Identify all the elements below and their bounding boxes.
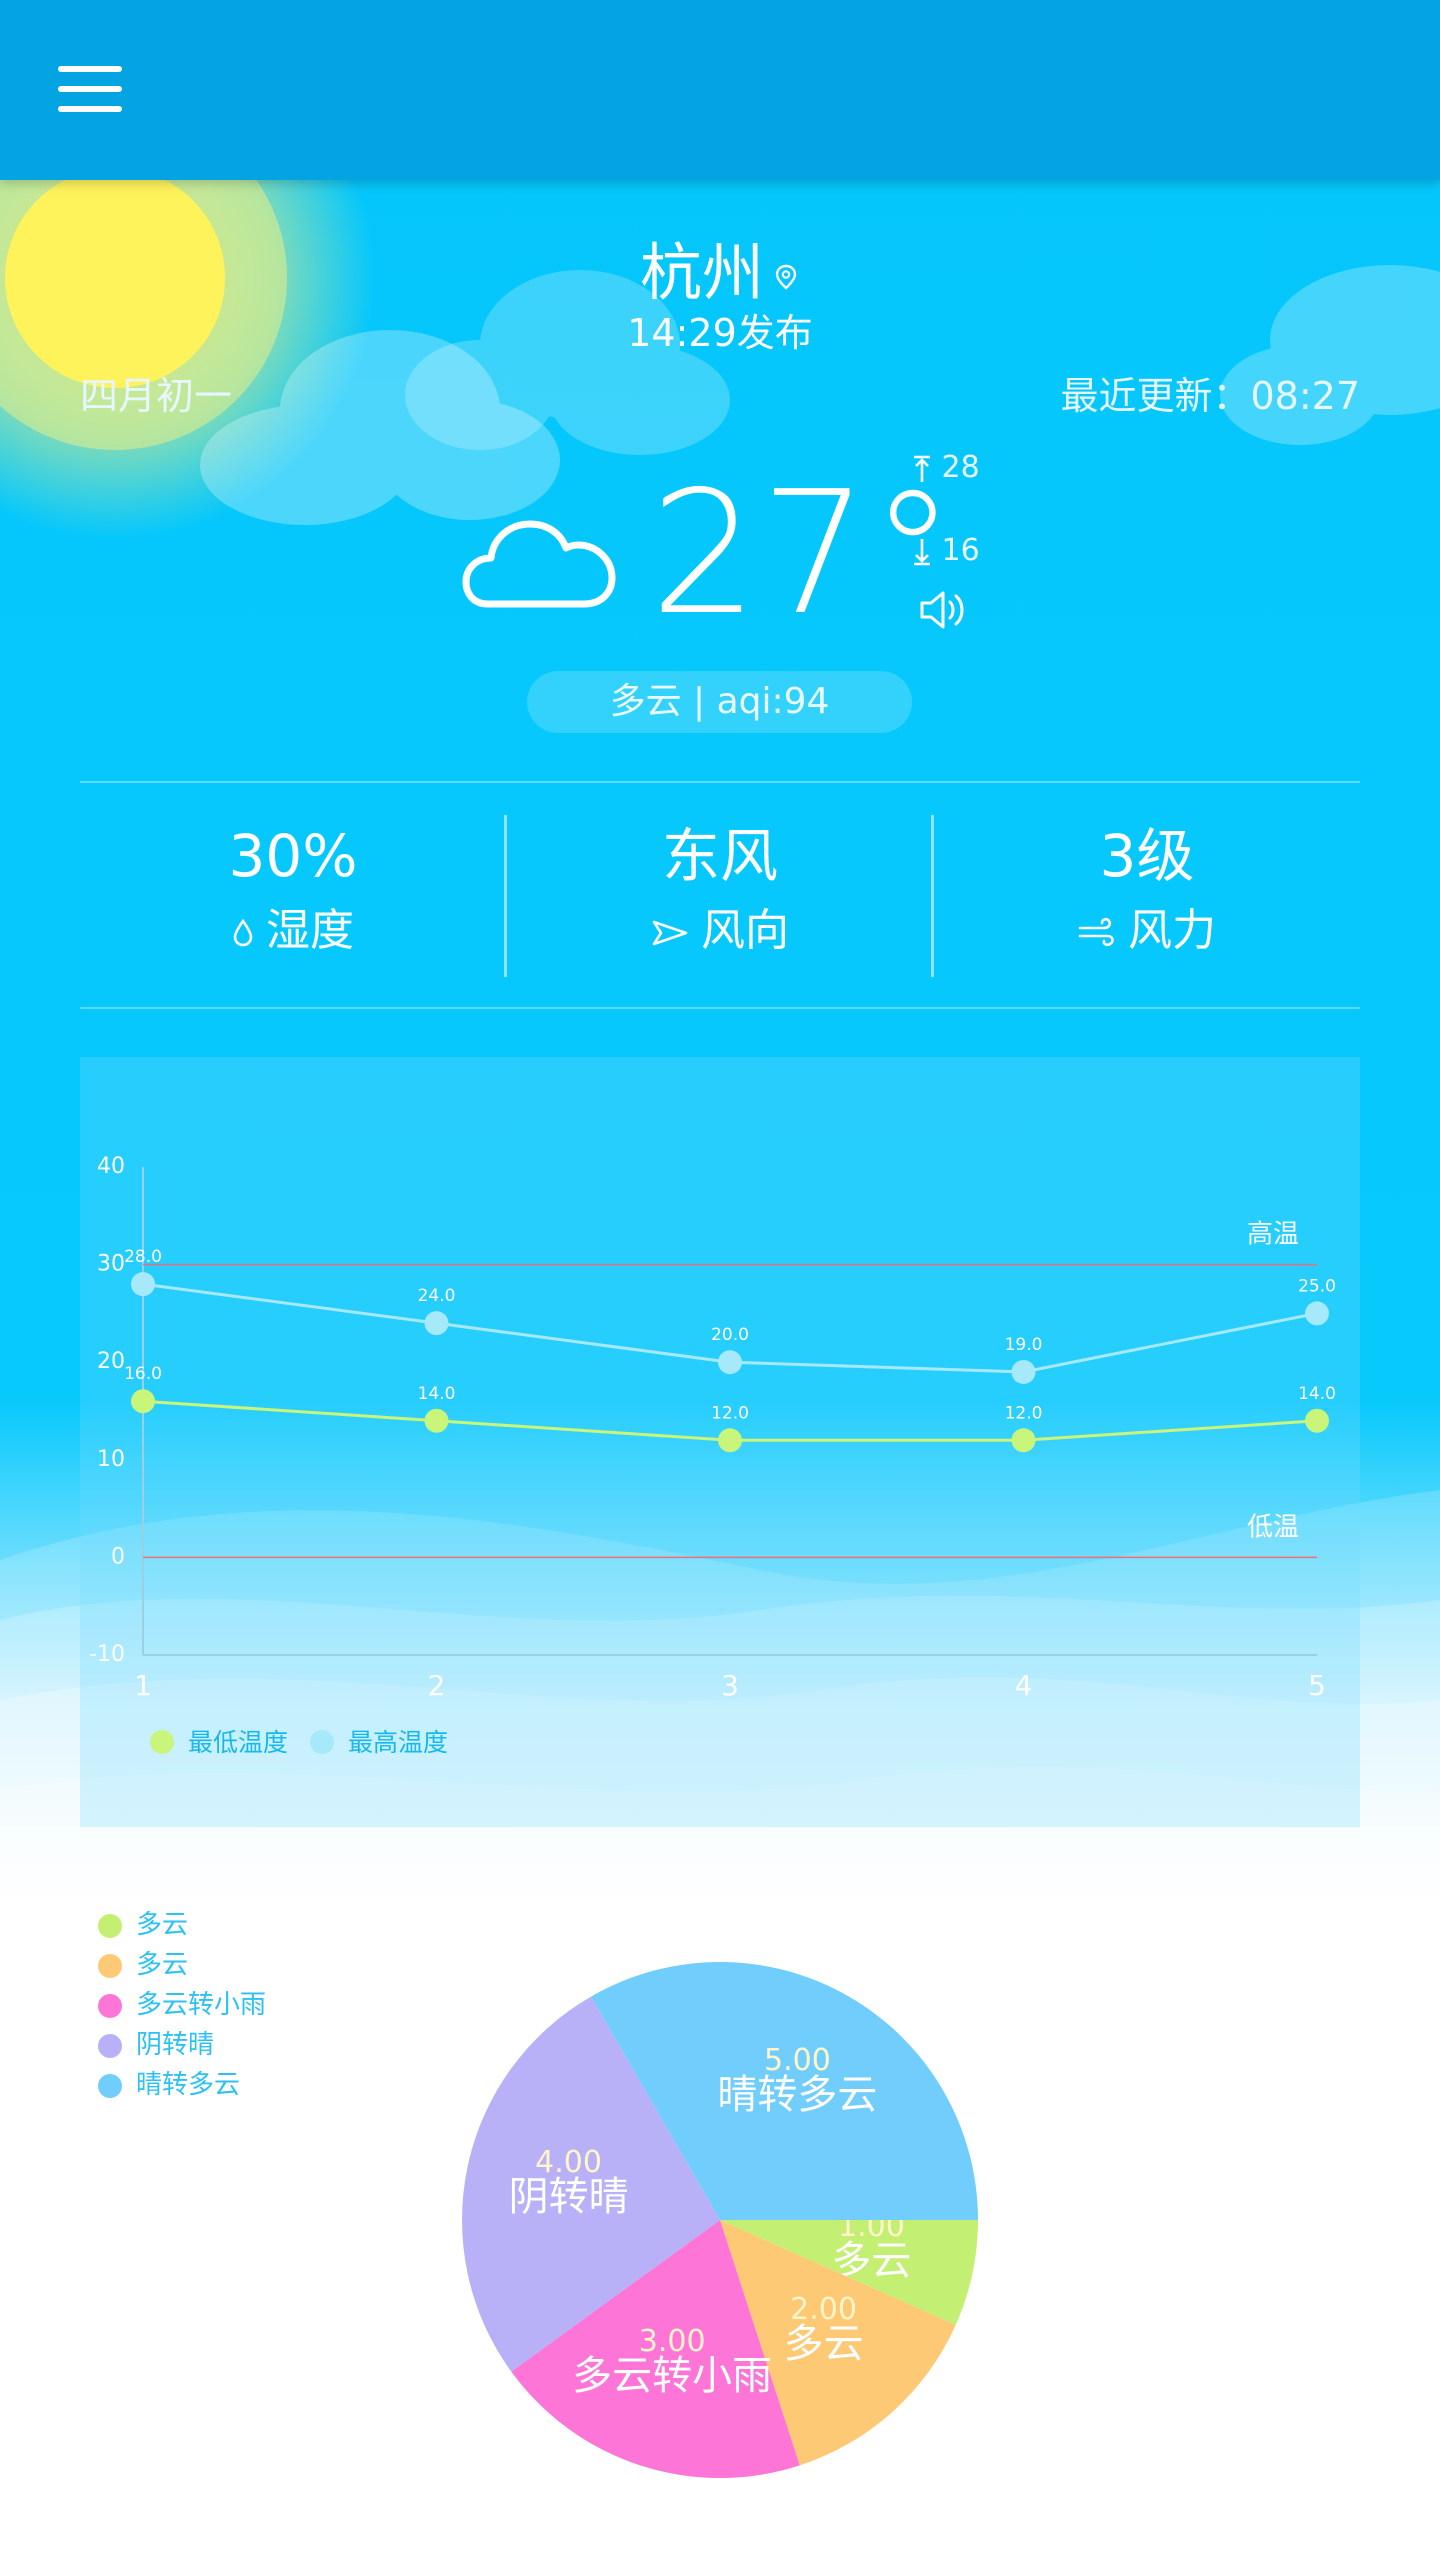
legend-swatch (310, 1730, 334, 1754)
limit-line-label: 高温 (1247, 1220, 1299, 1250)
city-title: 杭州 (0, 222, 1440, 312)
divider-bottom (80, 1007, 1360, 1009)
last-updated: 最近更新：08:27 (1060, 374, 1360, 418)
y-tick-label: 30 (97, 1252, 125, 1277)
data-point (718, 1428, 742, 1453)
data-label: 16.0 (124, 1364, 162, 1384)
data-label: 14.0 (418, 1384, 456, 1404)
pie-slice-label: 阴转晴 (509, 2174, 629, 2220)
data-label: 25.0 (1298, 1276, 1336, 1296)
city-name: 杭州 (639, 236, 764, 309)
arrow-up-icon (914, 455, 930, 482)
data-point (424, 1408, 449, 1433)
data-point (131, 1389, 155, 1414)
weather-pie-chart: 1.00多云2.00多云3.00多云转小雨4.00阴转晴5.00晴转多云 (462, 1962, 978, 2478)
legend-swatch (98, 1913, 122, 1938)
wind-force-label: 风力 (1128, 905, 1216, 956)
pie-legend-item: 晴转多云 (98, 2065, 266, 2105)
arrow-down-icon (914, 538, 930, 565)
pie-legend-item: 阴转晴 (98, 2025, 266, 2065)
data-label: 24.0 (418, 1286, 456, 1306)
pie-legend: 多云 多云 多云转小雨 阴转晴 晴转多云 (98, 1905, 266, 2105)
temperature-line-chart: 40 30 20 10 0 -10 1 2 3 4 5 高温低温 16.0 14.0 12.0 12.0 14.… (80, 1057, 1360, 1827)
app-toolbar (0, 0, 1440, 180)
wind-direction-label-row: 风向 (507, 894, 933, 958)
data-label: 28.0 (124, 1247, 162, 1267)
data-label: 12.0 (711, 1403, 749, 1423)
divider-top (80, 781, 1360, 783)
high-temp: 28 (912, 450, 980, 485)
droplet-icon (233, 918, 253, 947)
condition-aqi-pill: 多云 | aqi:94 (527, 671, 912, 733)
legend-label: 最低温度 (188, 1728, 288, 1757)
line-chart-svg: 40 30 20 10 0 -10 1 2 3 4 5 高温低温 16.0 14.0 12.0 12.0 14.… (89, 1154, 1336, 1757)
humidity-label: 湿度 (266, 905, 354, 956)
data-point (718, 1350, 742, 1375)
cloud-icon (462, 520, 616, 608)
y-tick-label: -10 (89, 1642, 125, 1667)
wind-icon (1078, 917, 1114, 947)
data-label: 19.0 (1005, 1335, 1043, 1355)
x-tick-label: 4 (1015, 1669, 1033, 1702)
legend-swatch (150, 1730, 174, 1754)
y-tick-label: 10 (97, 1447, 125, 1472)
pie-legend-item: 多云 (98, 1945, 266, 1985)
pie-legend-item: 多云转小雨 (98, 1985, 266, 2025)
data-point (1011, 1428, 1036, 1453)
x-tick-label: 2 (428, 1669, 446, 1702)
humidity-stat: 30% 湿度 (80, 820, 506, 958)
pie-slice-label: 多云转小雨 (572, 2353, 772, 2399)
legend-swatch (98, 1953, 122, 1978)
x-tick-label: 1 (134, 1669, 152, 1702)
humidity-label-row: 湿度 (80, 894, 506, 958)
data-point (424, 1311, 449, 1336)
legend-label: 晴转多云 (136, 2070, 241, 2100)
direction-arrow-icon (652, 920, 688, 946)
high-temp-value: 28 (941, 450, 980, 485)
legend-label: 最高温度 (348, 1728, 448, 1757)
wind-direction-stat: 东风 风向 (507, 820, 933, 958)
legend-label: 阴转晴 (136, 2030, 215, 2060)
data-point (1305, 1408, 1329, 1433)
data-point (1305, 1301, 1329, 1326)
legend-label: 多云转小雨 (136, 1990, 267, 2020)
limit-line-label: 低温 (1247, 1512, 1299, 1542)
legend-swatch (98, 1993, 122, 2018)
data-label: 12.0 (1005, 1403, 1043, 1423)
legend-label: 多云 (136, 1910, 189, 1940)
y-tick-label: 40 (97, 1154, 125, 1179)
wind-force-label-row: 风力 (934, 894, 1360, 958)
lunar-date: 四月初一 (80, 374, 233, 418)
pie-legend-item: 多云 (98, 1905, 266, 1945)
wind-direction-value: 东风 (661, 822, 778, 890)
low-temp-value: 16 (941, 533, 980, 568)
data-label: 14.0 (1298, 1384, 1336, 1404)
location-pin-icon (775, 264, 797, 290)
wind-force-stat: 3级 风力 (934, 820, 1360, 958)
humidity-value: 30% (228, 822, 358, 890)
x-tick-label: 5 (1308, 1669, 1326, 1702)
publish-time: 14:29发布 (627, 311, 813, 355)
legend-swatch (98, 2033, 122, 2058)
pie-slice-label: 晴转多云 (717, 2072, 877, 2118)
legend-label: 多云 (136, 1950, 189, 1980)
wind-direction-label: 风向 (701, 905, 789, 956)
wind-force-value: 3级 (1099, 822, 1195, 890)
low-temp: 16 (912, 533, 980, 568)
y-tick-label: 20 (97, 1349, 125, 1374)
x-tick-label: 3 (721, 1669, 739, 1702)
data-point (131, 1272, 155, 1297)
data-point (1011, 1359, 1036, 1384)
hamburger-menu-icon[interactable] (58, 66, 122, 116)
pie-slice-label: 多云 (784, 2321, 864, 2367)
legend-swatch (98, 2073, 122, 2098)
data-label: 20.0 (711, 1325, 749, 1345)
speaker-icon[interactable] (918, 587, 968, 633)
y-tick-label: 0 (111, 1544, 125, 1569)
